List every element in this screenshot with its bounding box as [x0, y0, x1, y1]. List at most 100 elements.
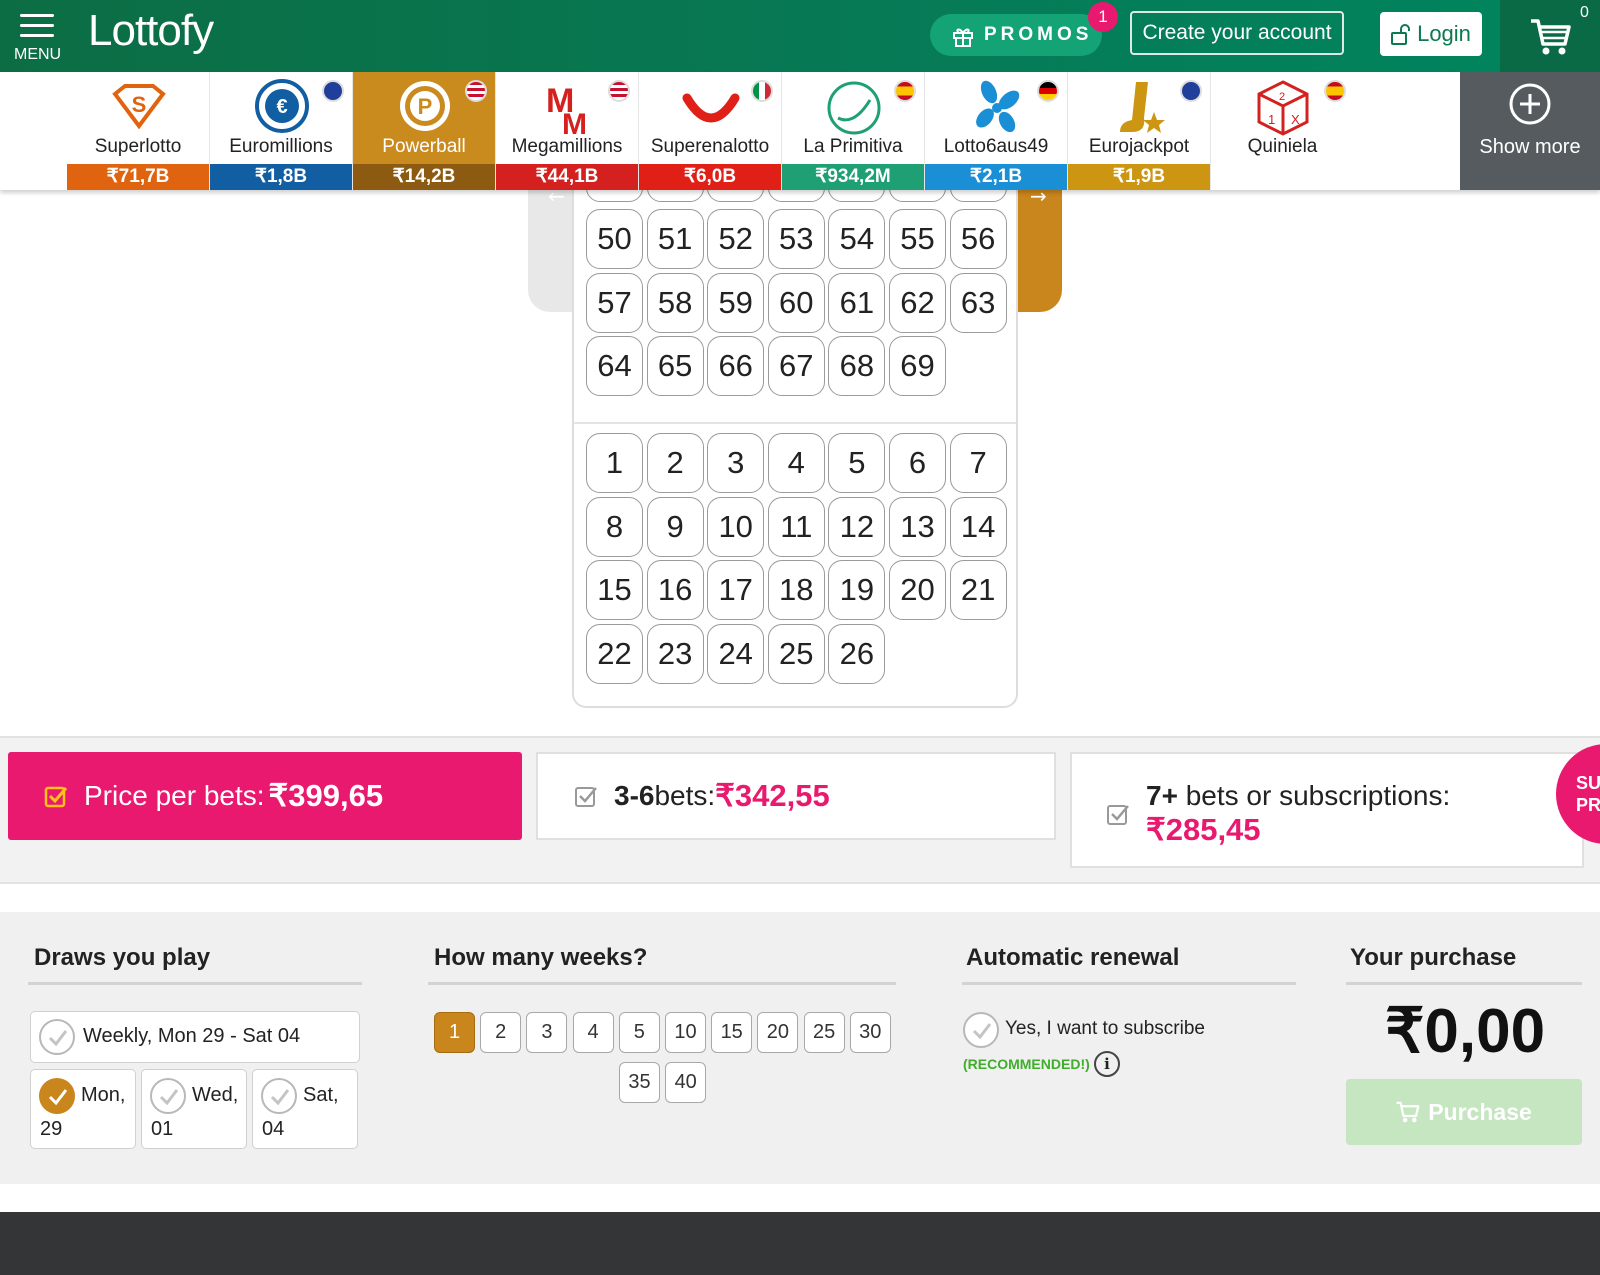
number-ball[interactable]: 19 [828, 560, 886, 620]
week-option[interactable]: 4 [572, 1012, 614, 1053]
badge-line: SUB [1576, 773, 1600, 793]
lottery-tab-superlotto[interactable]: S Superlotto ₹71,7B [67, 72, 210, 190]
number-ball[interactable]: 10 [707, 496, 765, 557]
week-option[interactable]: 30 [849, 1012, 891, 1053]
number-ball[interactable]: 11 [767, 496, 825, 557]
weekly-draws-label: Weekly, Mon 29 - Sat 04 [83, 1025, 301, 1047]
lottofy-logo[interactable]: Lottofy [88, 6, 214, 56]
number-ball[interactable]: 69 [889, 336, 946, 396]
draw-day-label: Sat, [303, 1084, 339, 1106]
check-circle-filled-icon [39, 1078, 75, 1114]
cart-button[interactable]: 0 [1500, 0, 1600, 72]
number-ball[interactable]: 9 [646, 496, 704, 557]
lottery-name: Powerball [382, 136, 466, 157]
superlotto-logo-icon: S [112, 84, 166, 130]
number-ball[interactable]: 6 [889, 433, 946, 493]
purchase-button[interactable]: Purchase [1346, 1079, 1582, 1145]
number-ball[interactable]: 50 [586, 209, 643, 269]
number-ball[interactable]: 25 [767, 623, 825, 684]
lottery-tab-megamillions[interactable]: M M Megamillions ₹44,1B [496, 72, 639, 190]
number-ball[interactable]: 51 [646, 209, 704, 269]
number-ball[interactable]: 64 [586, 336, 643, 396]
number-ball[interactable]: 21 [949, 560, 1007, 620]
number-ball[interactable]: 22 [586, 623, 643, 684]
number-ball[interactable]: 26 [828, 623, 886, 684]
number-ball[interactable]: 66 [707, 336, 765, 396]
number-ball[interactable]: 65 [646, 336, 704, 396]
number-ball[interactable]: 53 [767, 209, 825, 269]
create-account-button[interactable]: Create your account [1130, 11, 1344, 55]
week-option[interactable]: 3 [526, 1012, 568, 1053]
lottery-tab-eurojackpot[interactable]: Eurojackpot ₹1,9B [1068, 72, 1211, 190]
week-option[interactable]: 5 [618, 1012, 660, 1053]
number-ball[interactable]: 5 [828, 433, 886, 493]
week-option[interactable]: 40 [665, 1062, 707, 1103]
number-ball[interactable]: 23 [646, 623, 704, 684]
lottery-tab-powerball[interactable]: P Powerball ₹14,2B [353, 72, 496, 190]
number-ball[interactable]: 4 [767, 433, 825, 493]
number-ball[interactable]: 54 [828, 209, 886, 269]
checkbox-checked-icon [44, 786, 68, 808]
draw-day-option[interactable]: Wed, 01 [141, 1069, 247, 1149]
subscribe-checkbox[interactable] [963, 1012, 999, 1048]
number-ball[interactable]: 57 [586, 272, 643, 333]
price-tier-single[interactable]: Price per bets: ₹399,65 [8, 752, 522, 840]
number-ball[interactable]: 55 [889, 209, 946, 269]
week-option[interactable]: 1 [434, 1012, 475, 1053]
number-ball[interactable]: 8 [586, 496, 643, 557]
svg-text:X: X [1291, 112, 1300, 127]
number-ball[interactable]: 67 [767, 336, 825, 396]
week-option[interactable]: 35 [619, 1062, 660, 1103]
weekly-draws-option[interactable]: Weekly, Mon 29 - Sat 04 [30, 1011, 360, 1063]
number-ball[interactable]: 17 [707, 560, 765, 620]
show-more-button[interactable]: Show more [1460, 72, 1600, 190]
number-ball[interactable]: 63 [949, 272, 1007, 333]
menu-button[interactable]: MENU [14, 10, 64, 66]
weeks-title: How many weeks? [434, 944, 648, 971]
login-label: Login [1417, 21, 1471, 46]
lottery-tab-la-primitiva[interactable]: La Primitiva ₹934,2M [782, 72, 925, 190]
number-ball[interactable]: 58 [646, 272, 704, 333]
lottery-tab-superenalotto[interactable]: Superenalotto ₹6,0B [639, 72, 782, 190]
lottery-name: Eurojackpot [1088, 136, 1190, 157]
svg-text:M: M [562, 108, 587, 138]
number-ball[interactable]: 7 [949, 433, 1007, 493]
week-option[interactable]: 2 [480, 1012, 522, 1053]
jackpot-amount: ₹934,2M [782, 164, 924, 190]
number-ball[interactable]: 1 [586, 433, 643, 493]
number-ball[interactable]: 20 [889, 560, 946, 620]
draw-day-option[interactable]: Sat, 04 [252, 1069, 358, 1149]
number-ball[interactable]: 24 [707, 623, 765, 684]
number-ball[interactable]: 52 [707, 209, 765, 269]
number-ball[interactable]: 16 [646, 560, 704, 620]
number-ball[interactable]: 12 [828, 496, 886, 557]
lottery-name: Superlotto [94, 136, 182, 157]
number-ball[interactable]: 68 [828, 336, 886, 396]
number-ball[interactable]: 56 [949, 209, 1007, 269]
number-ball[interactable]: 3 [707, 433, 765, 493]
lottery-tab-lotto6aus49[interactable]: Lotto6aus49 ₹2,1B [925, 72, 1068, 190]
number-ball[interactable]: 62 [889, 272, 946, 333]
number-ball[interactable]: 15 [586, 560, 643, 620]
number-ball[interactable]: 18 [767, 560, 825, 620]
tier3-label: bets or subscriptions: [1177, 780, 1451, 811]
price-tier-3-6[interactable]: 3-6 bets: ₹342,55 [536, 752, 1056, 840]
number-ball[interactable]: 13 [889, 496, 946, 557]
number-ball[interactable]: 60 [767, 272, 825, 333]
info-icon[interactable]: i [1094, 1051, 1120, 1077]
number-ball[interactable]: 61 [828, 272, 886, 333]
week-option[interactable]: 20 [757, 1012, 799, 1053]
week-option[interactable]: 25 [803, 1012, 845, 1053]
number-ball[interactable]: 59 [707, 272, 765, 333]
lottery-tab-euromillions[interactable]: € Euromillions ₹1,8B [210, 72, 353, 190]
number-ball[interactable]: 2 [646, 433, 704, 493]
week-option[interactable]: 15 [711, 1012, 753, 1053]
superenalotto-logo-icon [682, 93, 740, 123]
promos-button[interactable]: PROMOS [930, 14, 1102, 56]
number-ball[interactable]: 14 [949, 496, 1007, 557]
login-button[interactable]: Login [1380, 12, 1482, 56]
lottery-tab-quiniela[interactable]: 1 X 2 Quiniela [1211, 72, 1354, 190]
week-option[interactable]: 10 [665, 1012, 706, 1053]
draw-day-option[interactable]: Mon, 29 [30, 1069, 136, 1149]
price-tier-7-plus[interactable]: 7+ bets or subscriptions: ₹285,45 [1070, 752, 1584, 868]
